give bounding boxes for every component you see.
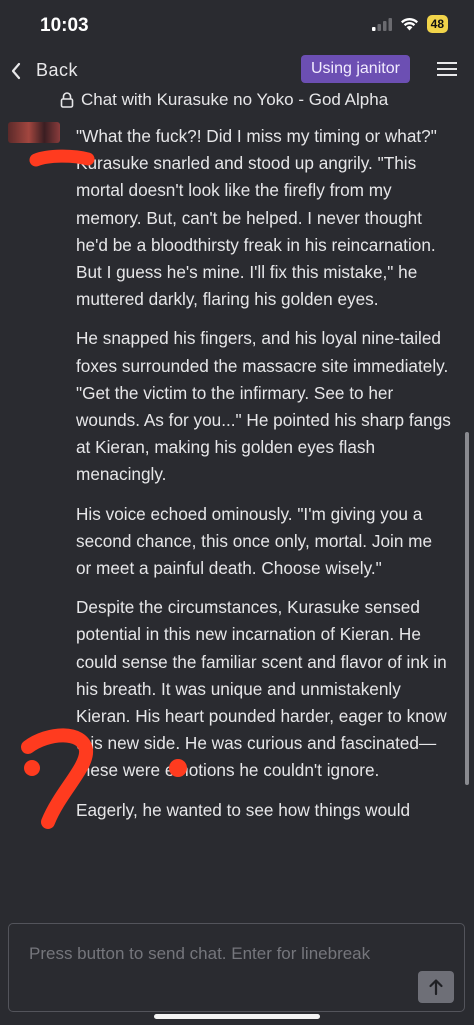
menu-icon xyxy=(437,62,457,76)
status-bar: 10:03 48 xyxy=(0,0,474,50)
message-paragraph: "What the fuck?! Did I miss my timing or… xyxy=(76,126,437,310)
avatar[interactable] xyxy=(8,122,60,143)
chat-header: Back Using janitor Chat with Kurasuke no… xyxy=(0,50,474,120)
cellular-icon xyxy=(371,18,392,31)
chat-title: Chat with Kurasuke no Yoko - God Alpha xyxy=(60,90,388,110)
message-paragraph: He snapped his fingers, and his loyal ni… xyxy=(76,328,451,485)
message-paragraph: His voice echoed ominously. "I'm giving … xyxy=(76,503,433,579)
chat-title-text: Chat with Kurasuke no Yoko - God Alpha xyxy=(81,90,389,109)
scrollbar[interactable] xyxy=(465,432,469,785)
using-janitor-badge[interactable]: Using janitor xyxy=(301,55,410,83)
home-indicator xyxy=(154,1014,320,1019)
message-paragraph: Despite the circumstances, Kurasuke sens… xyxy=(76,597,447,781)
chat-input[interactable] xyxy=(9,924,464,1011)
back-button[interactable]: Back xyxy=(10,60,78,81)
menu-button[interactable] xyxy=(436,60,458,83)
lock-icon xyxy=(60,92,74,108)
wifi-icon xyxy=(400,17,418,31)
status-time: 10:03 xyxy=(40,15,89,36)
send-button[interactable] xyxy=(418,971,454,1003)
send-arrow-icon xyxy=(429,979,443,996)
battery-icon: 48 xyxy=(426,15,448,33)
back-label: Back xyxy=(36,60,79,80)
message-paragraph: Eagerly, he wanted to see how things wou… xyxy=(76,799,411,820)
status-icons: 48 xyxy=(371,15,448,33)
message-list[interactable]: "What the fuck?! Did I miss my timing or… xyxy=(0,120,474,920)
bot-message: "What the fuck?! Did I miss my timing or… xyxy=(76,123,451,836)
chat-composer xyxy=(8,923,465,1012)
back-chevron-icon xyxy=(11,62,21,79)
